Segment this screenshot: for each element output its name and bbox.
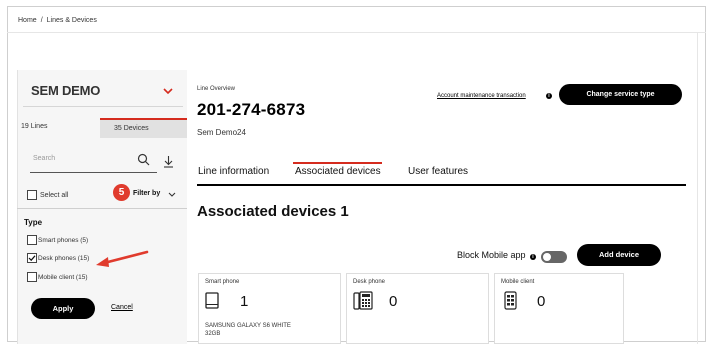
block-mobile-toggle[interactable] [541, 251, 567, 263]
card-title: Mobile client [501, 279, 535, 285]
filter-by-toggle[interactable]: Filter by [133, 190, 160, 197]
sidebar-tabs: 19 Lines 35 Devices [17, 118, 187, 138]
breadcrumb-separator: / [40, 17, 43, 24]
tab-devices[interactable]: 35 Devices [100, 118, 187, 138]
desk-phones-checkbox[interactable] [27, 253, 37, 263]
device-card-smart-phone[interactable]: Smart phone 1 SAMSUNG GALAXY S6 WHITE 32… [198, 273, 341, 344]
card-count: 0 [537, 293, 546, 310]
line-name: Sem Demo24 [197, 128, 246, 137]
mobile-client-icon [504, 291, 517, 310]
filter-divider [17, 208, 187, 209]
tab-devices-label: 35 Devices [114, 125, 149, 132]
tab-lines[interactable]: 19 Lines [21, 123, 47, 130]
mobile-client-label: Mobile client (15) [38, 274, 88, 281]
download-icon[interactable] [163, 155, 174, 168]
card-count: 1 [240, 293, 249, 310]
active-tab-indicator [293, 162, 382, 164]
search-placeholder: Search [33, 155, 56, 162]
smart-phones-label: Smart phones (5) [38, 237, 89, 244]
desk-phones-label: Desk phones (15) [38, 255, 90, 262]
select-all-label: Select all [40, 192, 69, 199]
device-card-mobile-client[interactable]: Mobile client 0 [494, 273, 624, 344]
desk-phone-icon [353, 291, 373, 310]
info-icon[interactable]: i [546, 93, 552, 99]
card-title: Smart phone [205, 279, 240, 285]
checkmark-icon [28, 255, 36, 262]
card-title: Desk phone [353, 279, 386, 285]
chevron-down-icon[interactable] [168, 191, 176, 198]
account-name: SEM DEMO [31, 83, 101, 98]
tablet-icon [205, 292, 219, 309]
account-select[interactable]: SEM DEMO [23, 77, 183, 107]
card-device-name: SAMSUNG GALAXY S6 WHITE 32GB [205, 323, 291, 337]
header-divider [7, 32, 706, 33]
breadcrumb-home[interactable]: Home [18, 17, 37, 24]
block-mobile-label: Block Mobile app [457, 250, 526, 260]
line-overview-label: Line Overview [197, 86, 236, 92]
mobile-client-checkbox[interactable] [27, 272, 37, 282]
chevron-down-icon [163, 88, 173, 95]
card-count: 0 [389, 293, 398, 310]
select-all-checkbox[interactable] [27, 190, 37, 200]
annotation-arrow-icon [96, 250, 149, 267]
tab-user-features[interactable]: User features [408, 166, 468, 177]
info-icon[interactable]: i [530, 254, 536, 260]
account-maintenance-link[interactable]: Account maintenance transaction [437, 93, 526, 99]
cancel-link[interactable]: Cancel [111, 304, 133, 311]
device-card-desk-phone[interactable]: Desk phone 0 [346, 273, 489, 344]
section-title: Associated devices 1 [197, 203, 349, 220]
search-icon[interactable] [137, 153, 150, 166]
content-edge [697, 32, 698, 344]
type-heading: Type [24, 218, 43, 227]
line-tabs: Line information Associated devices User… [197, 160, 686, 186]
smart-phones-checkbox[interactable] [27, 235, 37, 245]
breadcrumb-current: Lines & Devices [46, 17, 97, 24]
tab-line-information[interactable]: Line information [198, 166, 269, 177]
step-badge: 5 [113, 184, 130, 201]
tab-associated-devices[interactable]: Associated devices [295, 166, 381, 177]
breadcrumb: Home / Lines & Devices [18, 17, 97, 24]
add-device-button[interactable]: Add device [577, 244, 661, 266]
apply-button[interactable]: Apply [31, 298, 95, 319]
phone-number: 201-274-6873 [197, 100, 306, 119]
change-service-type-button[interactable]: Change service type [559, 84, 682, 105]
